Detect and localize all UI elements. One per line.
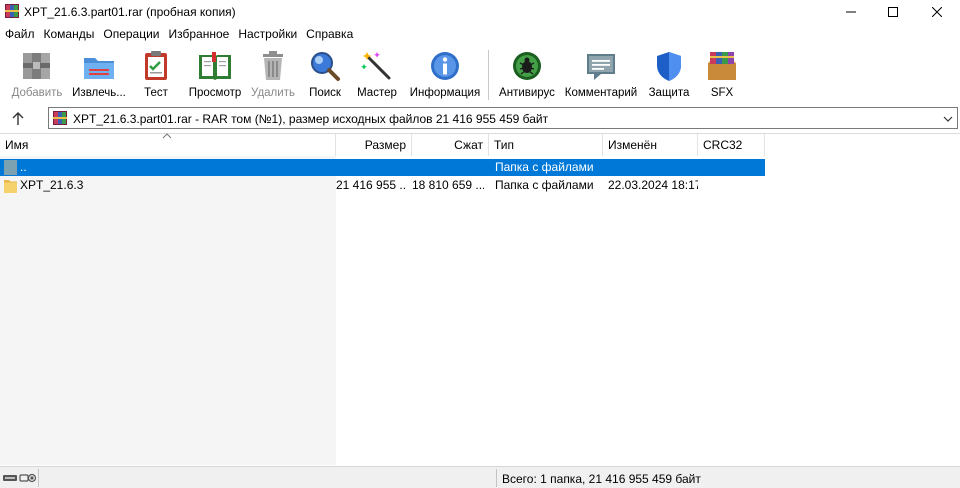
drive-status-icon[interactable]: [3, 471, 39, 485]
status-bar: Всего: 1 папка, 21 416 955 459 байт: [0, 466, 960, 488]
test-clipboard-icon: [145, 51, 167, 80]
column-size[interactable]: Размер: [336, 134, 412, 156]
row-size: 21 416 955 ...: [336, 178, 407, 192]
info-icon: [431, 52, 459, 80]
archive-add-icon: [23, 53, 50, 79]
extract-label: Извлечь...: [72, 87, 126, 99]
delete-button[interactable]: Удалить: [250, 48, 296, 102]
search-icon: [311, 52, 340, 81]
test-button[interactable]: Тест: [138, 48, 174, 102]
row-name: XPT_21.6.3: [20, 178, 84, 192]
comment-bubble-icon: [587, 54, 615, 80]
menu-commands[interactable]: Команды: [43, 25, 100, 44]
title-bar: XPT_21.6.3.part01.rar (пробная копия): [0, 0, 960, 24]
row-modified: 22.03.2024 18:17: [608, 178, 698, 192]
find-label: Поиск: [309, 87, 341, 99]
antivirus-label: Антивирус: [499, 87, 555, 99]
sfx-button[interactable]: SFX: [704, 48, 740, 102]
file-list[interactable]: Имя Размер Сжат Тип Изменён CRC32 .. Пап…: [0, 133, 960, 465]
row-crc32: [703, 177, 763, 194]
close-button[interactable]: [914, 0, 960, 24]
extract-button[interactable]: Извлечь...: [70, 48, 128, 102]
folder-icon: [4, 180, 17, 193]
protect-button[interactable]: Защита: [648, 48, 690, 102]
column-crc32[interactable]: CRC32: [698, 134, 765, 156]
add-button[interactable]: Добавить: [10, 48, 64, 102]
info-button[interactable]: Информация: [408, 48, 482, 102]
wizard-button[interactable]: Мастер: [356, 48, 398, 102]
arrow-up-icon: [12, 112, 24, 125]
window-title: XPT_21.6.3.part01.rar (пробная копия): [24, 5, 236, 19]
antivirus-bug-icon: [513, 52, 541, 80]
close-icon: [932, 7, 942, 17]
rar-archive-icon: [53, 111, 67, 125]
column-type[interactable]: Тип: [489, 134, 603, 156]
table-row[interactable]: XPT_21.6.3 21 416 955 ... 18 810 659 ...…: [0, 177, 765, 194]
comment-label: Комментарий: [564, 87, 638, 99]
column-packed[interactable]: Сжат: [412, 134, 489, 156]
minimize-button[interactable]: [828, 0, 874, 24]
info-label: Информация: [409, 87, 481, 99]
extract-folder-icon: [84, 58, 114, 79]
view-button[interactable]: Просмотр: [186, 48, 244, 102]
chevron-down-icon[interactable]: [942, 113, 954, 125]
address-field[interactable]: XPT_21.6.3.part01.rar - RAR том (№1), ра…: [48, 107, 958, 129]
menu-favorites[interactable]: Избранное: [168, 25, 235, 44]
row-type: Папка с файлами: [495, 178, 594, 192]
shield-icon: [657, 52, 681, 81]
column-modified[interactable]: Изменён: [603, 134, 698, 156]
row-crc32: [703, 159, 763, 176]
protect-label: Защита: [648, 87, 690, 99]
menu-help[interactable]: Справка: [305, 25, 358, 44]
find-button[interactable]: Поиск: [305, 48, 345, 102]
view-book-icon: [199, 52, 231, 80]
status-separator: [496, 469, 497, 487]
address-text: XPT_21.6.3.part01.rar - RAR том (№1), ра…: [73, 112, 549, 126]
maximize-icon: [888, 7, 898, 17]
status-summary: Всего: 1 папка, 21 416 955 459 байт: [502, 472, 701, 486]
toolbar-separator: [488, 50, 489, 100]
toolbar: Добавить Извлечь... Тест Просмотр Удалит…: [0, 46, 960, 104]
sfx-label: SFX: [710, 87, 734, 99]
row-modified: [608, 159, 698, 176]
menu-bar: Файл Команды Операции Избранное Настройк…: [0, 25, 960, 44]
row-size: [336, 159, 407, 176]
trash-icon: [263, 51, 283, 80]
parent-folder-icon: [4, 160, 17, 175]
wizard-wand-icon: [361, 52, 391, 80]
menu-operations[interactable]: Операции: [102, 25, 164, 44]
column-header-row: Имя Размер Сжат Тип Изменён CRC32: [0, 133, 765, 156]
up-folder-button[interactable]: [8, 109, 28, 129]
address-row: XPT_21.6.3.part01.rar - RAR том (№1), ра…: [0, 106, 960, 131]
row-type: Папка с файлами: [495, 160, 594, 174]
view-label: Просмотр: [188, 87, 242, 99]
table-row[interactable]: .. Папка с файлами: [0, 159, 765, 176]
antivirus-button[interactable]: Антивирус: [497, 48, 557, 102]
menu-file[interactable]: Файл: [4, 25, 40, 44]
menu-settings[interactable]: Настройки: [237, 25, 302, 44]
winrar-app-icon[interactable]: [5, 4, 19, 18]
test-label: Тест: [144, 87, 168, 99]
delete-label: Удалить: [251, 87, 295, 99]
minimize-icon: [846, 11, 856, 13]
maximize-button[interactable]: [870, 0, 916, 24]
row-name: ..: [20, 160, 27, 174]
row-packed: [412, 159, 484, 176]
sfx-box-icon: [708, 52, 736, 80]
comment-button[interactable]: Комментарий: [564, 48, 638, 102]
wizard-label: Мастер: [357, 87, 397, 99]
status-separator: [38, 469, 39, 487]
column-name[interactable]: Имя: [0, 134, 336, 156]
row-packed: 18 810 659 ...: [412, 178, 484, 192]
add-label: Добавить: [11, 87, 63, 99]
